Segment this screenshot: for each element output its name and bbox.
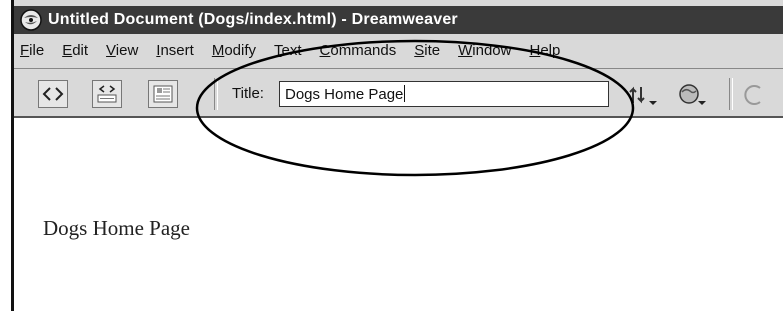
title-bar[interactable]: Untitled Document (Dogs/index.html) - Dr… [14, 6, 783, 34]
split-view-button[interactable] [92, 80, 122, 108]
window-title: Untitled Document (Dogs/index.html) - Dr… [48, 11, 458, 28]
preview-in-browser-icon[interactable] [676, 81, 710, 109]
page-heading: Dogs Home Page [43, 216, 190, 240]
highlight-oval [195, 39, 635, 177]
menu-edit[interactable]: Edit [53, 42, 97, 59]
menu-file[interactable]: File [14, 42, 53, 59]
design-view-button[interactable] [148, 80, 178, 108]
refresh-icon[interactable] [740, 81, 770, 109]
dreamweaver-app-icon [20, 9, 42, 31]
dreamweaver-window: Untitled Document (Dogs/index.html) - Dr… [11, 0, 783, 311]
code-view-button[interactable] [38, 80, 68, 108]
menu-view[interactable]: View [97, 42, 147, 59]
split-view-icon [97, 85, 117, 103]
toolbar-separator [729, 78, 733, 110]
design-view-icon [153, 85, 173, 103]
code-view-icon [42, 87, 64, 101]
